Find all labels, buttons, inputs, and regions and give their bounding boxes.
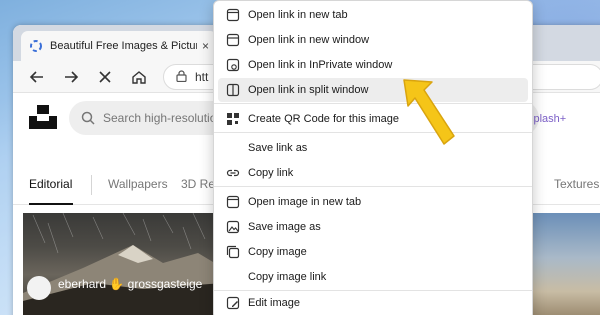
stop-button[interactable]: [93, 65, 117, 89]
close-icon[interactable]: ×: [202, 39, 209, 53]
menu-item-copy-image[interactable]: Copy image: [218, 240, 528, 264]
search-icon: [81, 111, 95, 125]
address-url: htt: [195, 70, 209, 84]
forward-arrow-icon: [65, 71, 79, 83]
lock-icon: [176, 69, 187, 85]
browser-tab[interactable]: Beautiful Free Images & Pictures ×: [21, 31, 217, 61]
photo-mountain[interactable]: [23, 213, 223, 315]
active-category-indicator: [29, 203, 73, 205]
new-tab-icon: [218, 8, 248, 22]
inprivate-icon: [218, 58, 248, 72]
copy-image-icon: [218, 245, 248, 259]
category-divider: [91, 175, 92, 195]
home-icon: [132, 71, 146, 84]
menu-item-open-link-new-window[interactable]: Open link in new window: [218, 28, 528, 52]
new-window-icon: [218, 33, 248, 47]
menu-item-open-link-new-tab[interactable]: Open link in new tab: [218, 3, 528, 27]
mountain-photo-image: [23, 213, 223, 315]
menu-item-edit-image[interactable]: Edit image: [218, 291, 528, 315]
menu-item-copy-link[interactable]: Copy link: [218, 161, 528, 185]
context-menu: Open link in new tab Open link in new wi…: [213, 0, 533, 315]
menu-item-open-link-split-window[interactable]: Open link in split window: [218, 78, 528, 102]
forward-button[interactable]: [59, 65, 83, 89]
menu-divider: [214, 103, 532, 104]
pointer-arrow-annotation: [403, 79, 455, 145]
menu-item-save-image-as[interactable]: Save image as: [218, 215, 528, 239]
category-wallpapers[interactable]: Wallpapers: [108, 177, 168, 191]
menu-item-open-image-new-tab[interactable]: Open image in new tab: [218, 190, 528, 214]
menu-item-copy-image-link[interactable]: Copy image link: [218, 265, 528, 289]
qr-code-icon: [218, 112, 248, 126]
menu-item-save-link-as[interactable]: Save link as: [218, 136, 528, 160]
close-icon: [99, 71, 111, 83]
back-arrow-icon: [29, 71, 43, 83]
back-button[interactable]: [25, 65, 49, 89]
category-editorial[interactable]: Editorial: [29, 177, 72, 191]
category-textures[interactable]: Textures &: [554, 177, 600, 191]
unsplash-plus-link[interactable]: splash+: [528, 113, 566, 125]
tab-title: Beautiful Free Images & Pictures: [50, 40, 197, 52]
edit-image-icon: [218, 296, 248, 310]
unsplash-logo-icon[interactable]: [29, 105, 57, 129]
home-button[interactable]: [127, 65, 151, 89]
split-window-icon: [218, 83, 248, 97]
save-image-icon: [218, 220, 248, 234]
menu-item-create-qr-code[interactable]: Create QR Code for this image: [218, 107, 528, 131]
loading-icon: [29, 39, 43, 53]
menu-divider: [214, 186, 532, 187]
category-3d-renders[interactable]: 3D Re: [181, 177, 215, 191]
avatar[interactable]: [26, 275, 52, 301]
photo-right-partial[interactable]: [533, 213, 600, 315]
image-new-tab-icon: [218, 195, 248, 209]
photo-author[interactable]: eberhard ✋ grossgasteige: [58, 277, 202, 291]
menu-item-open-link-inprivate[interactable]: Open link in InPrivate window: [218, 53, 528, 77]
menu-divider: [214, 132, 532, 133]
search-placeholder: Search high-resolution: [103, 111, 224, 125]
link-icon: [218, 166, 248, 180]
